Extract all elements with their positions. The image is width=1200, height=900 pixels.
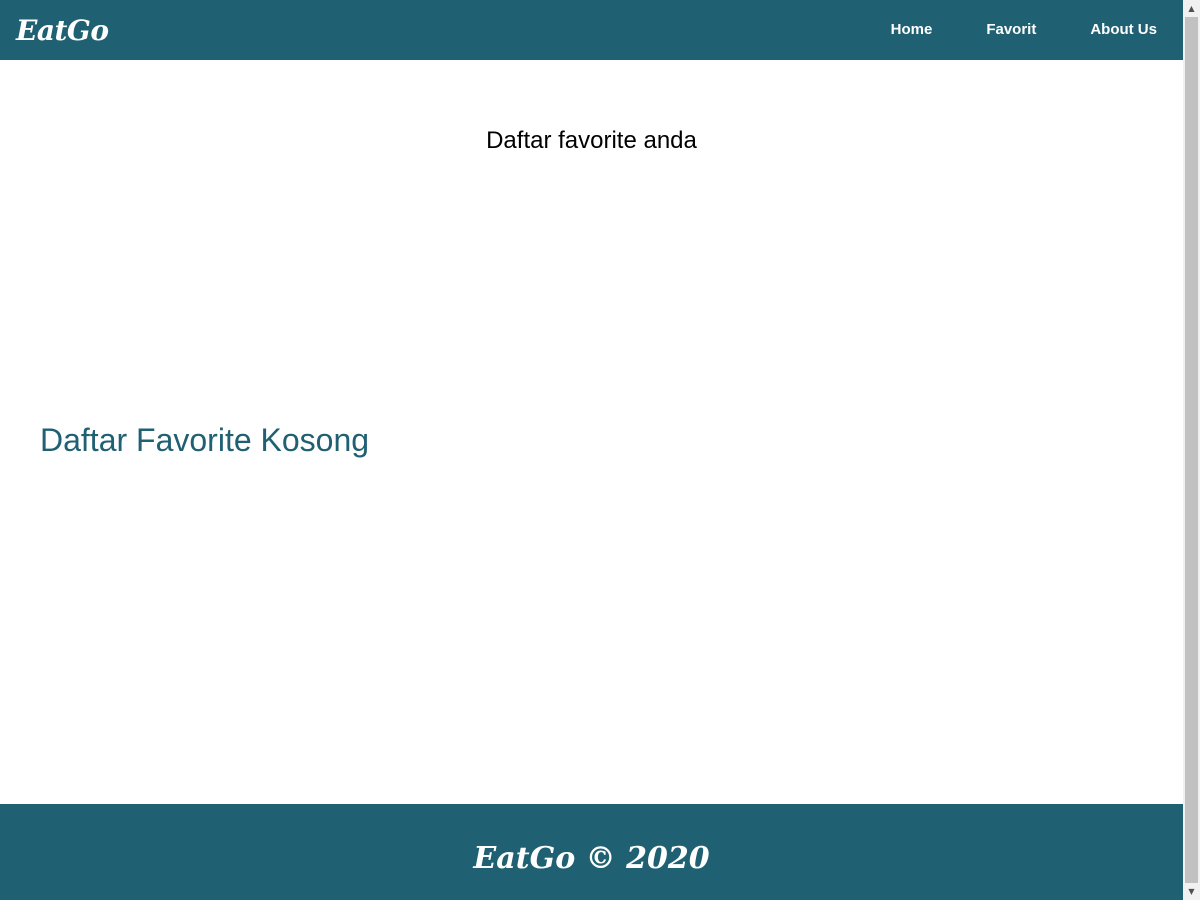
page: EatGo Home Favorit About Us Daftar favor… [0, 0, 1183, 900]
vertical-scrollbar[interactable]: ▲ ▼ [1183, 0, 1200, 900]
nav-link-home[interactable]: Home [863, 0, 959, 60]
footer-copyright: EatGo © 2020 [473, 840, 710, 876]
nav-link-about-us[interactable]: About Us [1062, 0, 1183, 60]
page-title: Daftar favorite anda [486, 127, 697, 154]
scroll-up-arrow-icon[interactable]: ▲ [1183, 0, 1200, 17]
scroll-down-arrow-icon[interactable]: ▼ [1183, 883, 1200, 900]
empty-favorites-message: Daftar Favorite Kosong [40, 422, 370, 458]
nav-link-favorit[interactable]: Favorit [958, 0, 1062, 60]
footer: EatGo © 2020 [0, 804, 1183, 900]
brand-logo[interactable]: EatGo [16, 14, 109, 47]
navbar: EatGo Home Favorit About Us [0, 0, 1183, 60]
nav-links: Home Favorit About Us [863, 0, 1183, 60]
scrollbar-thumb[interactable] [1185, 17, 1198, 883]
